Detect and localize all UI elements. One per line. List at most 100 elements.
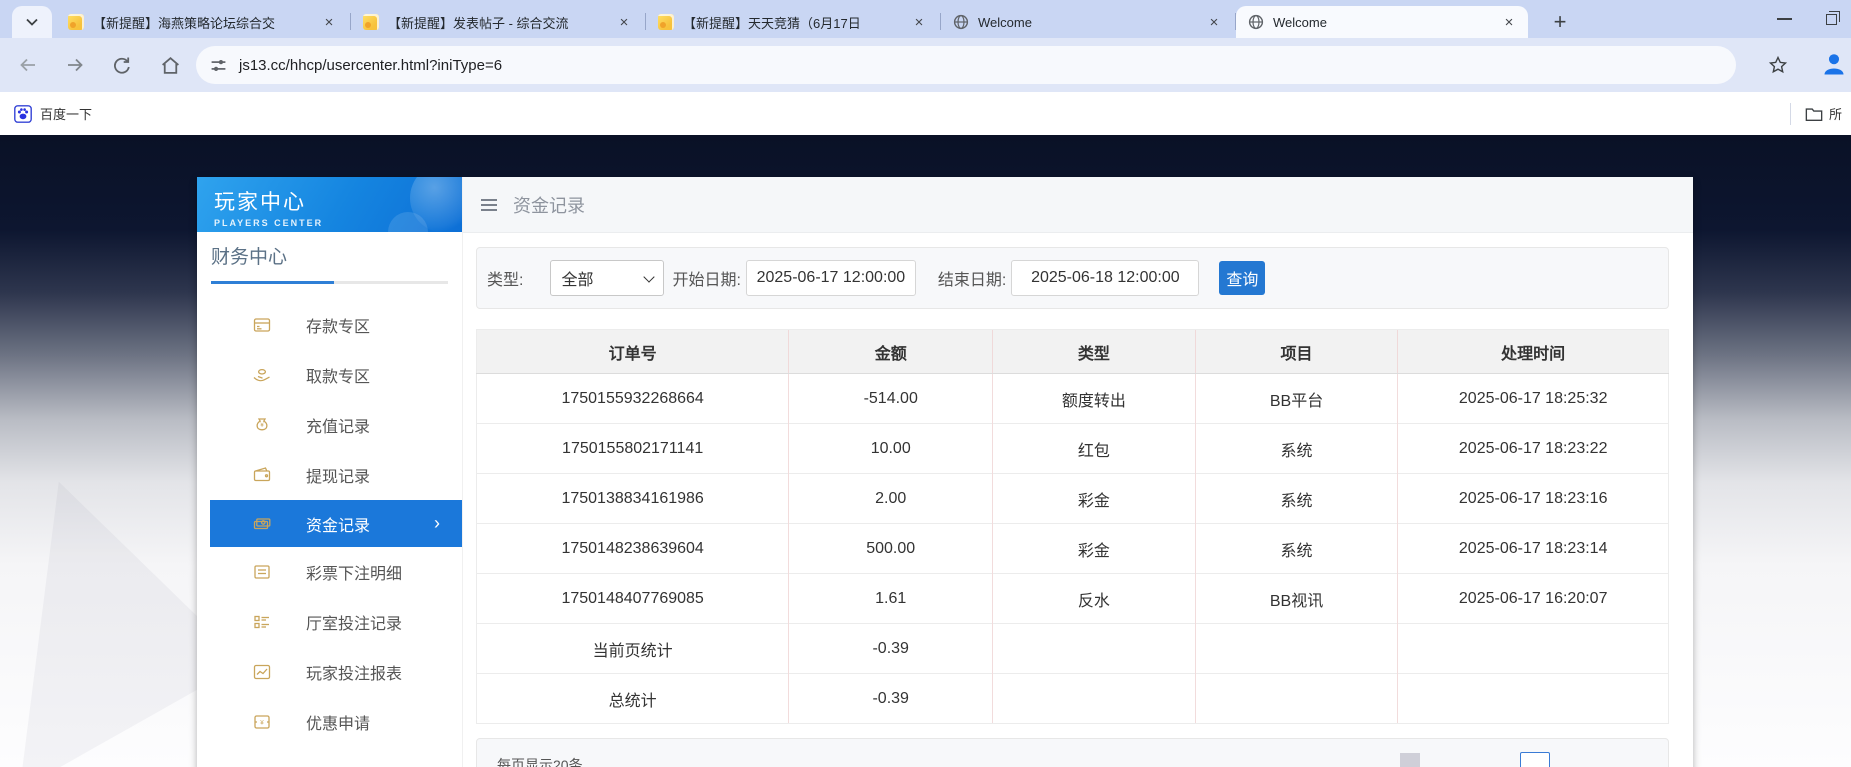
site-settings-icon[interactable] — [210, 57, 227, 74]
cash-notes-icon — [252, 514, 272, 534]
end-date-input[interactable]: 2025-06-18 12:00:00 — [1011, 260, 1199, 296]
sidebar-item-label: 存款专区 — [306, 313, 370, 337]
sidebar-item-fund-records-active[interactable]: 资金记录 › — [210, 500, 462, 547]
chevron-right-icon: › — [434, 513, 440, 534]
cell-project: 系统 — [1195, 424, 1398, 474]
sidebar-item-label: 取款专区 — [306, 363, 370, 387]
bookmark-star-button[interactable] — [1766, 53, 1790, 77]
browser-tab-3[interactable]: 【新提醒】天天竞猜（6月17日 × — [646, 6, 938, 38]
report-chart-icon — [252, 662, 272, 682]
tab-close-icon[interactable]: × — [615, 13, 633, 31]
sidebar-item-label: 资金记录 — [306, 512, 370, 536]
home-icon — [160, 55, 181, 76]
players-center-banner: 玩家中心 PLAYERS CENTER — [197, 177, 462, 232]
cell-order-no: 1750148407769085 — [477, 574, 789, 624]
new-tab-button[interactable]: + — [1545, 7, 1575, 37]
sidebar-item-recharge-records[interactable]: ¥ 充值记录 — [210, 400, 462, 450]
table-summary-row-page: 当前页统计 -0.39 — [477, 624, 1669, 674]
pagination-size-button[interactable] — [1400, 753, 1420, 767]
url-bar[interactable]: js13.cc/hhcp/usercenter.html?iniType=6 — [196, 46, 1736, 84]
page-title: 资金记录 — [513, 192, 585, 218]
cell-order-no: 1750155802171141 — [477, 424, 789, 474]
reload-button[interactable] — [110, 53, 134, 77]
coupon-icon: ¥ — [252, 712, 272, 732]
browser-tabstrip: 【新提醒】海燕策略论坛综合交 × 【新提醒】发表帖子 - 综合交流 × 【新提醒… — [0, 0, 1851, 38]
chevron-down-icon — [26, 18, 38, 26]
sidebar-item-withdrawal-records[interactable]: 提现记录 — [210, 450, 462, 500]
sidebar-item-label: 提现记录 — [306, 463, 370, 487]
column-header-type: 类型 — [993, 330, 1196, 374]
table-summary-row-total: 总统计 -0.39 — [477, 674, 1669, 724]
sidebar-item-label: 玩家投注报表 — [306, 660, 402, 684]
tab-close-icon[interactable]: × — [910, 13, 928, 31]
window-controls — [1777, 0, 1851, 38]
bookmarks-overflow-area: 所 — [1790, 92, 1851, 135]
search-button[interactable]: 查询 — [1219, 261, 1265, 295]
cell-type: 红包 — [993, 424, 1196, 474]
home-button[interactable] — [158, 53, 182, 77]
browser-tab-4[interactable]: Welcome × — [941, 6, 1233, 38]
minimize-icon[interactable] — [1777, 18, 1792, 20]
reload-icon — [112, 55, 132, 75]
sidebar-item-lottery-bet-details[interactable]: 彩票下注明细 — [210, 547, 462, 597]
start-date-input[interactable]: 2025-06-17 12:00:00 — [746, 260, 916, 296]
fund-records-table: 订单号 金额 类型 项目 处理时间 1750155932268664 -514.… — [476, 329, 1669, 724]
cell-project: BB视讯 — [1195, 574, 1398, 624]
browser-tab-2[interactable]: 【新提醒】发表帖子 - 综合交流 × — [351, 6, 643, 38]
main-content: 资金记录 类型: 全部 开始日期: 2025-06-17 12:00:00 结束… — [463, 177, 1693, 767]
sidebar-item-withdraw[interactable]: 取款专区 — [210, 350, 462, 400]
profile-avatar[interactable] — [1820, 50, 1848, 78]
forward-button[interactable] — [63, 53, 87, 77]
sidebar-menu: 存款专区 取款专区 ¥ 充值记录 提现记录 资金记录 › — [197, 300, 462, 747]
column-header-amount: 金额 — [789, 330, 993, 374]
sidebar-item-label: 彩票下注明细 — [306, 560, 402, 584]
tab-title: Welcome — [978, 15, 1205, 30]
end-date-label: 结束日期: — [938, 266, 1006, 290]
wallet-icon — [252, 465, 272, 485]
tab-close-icon[interactable]: × — [1205, 13, 1223, 31]
sidebar-item-hall-bet-records[interactable]: 厅室投注记录 — [210, 597, 462, 647]
cell-order-no: 1750148238639604 — [477, 524, 789, 574]
cell-empty — [1398, 674, 1669, 724]
deposit-card-icon — [252, 315, 272, 335]
hamburger-menu-icon[interactable] — [481, 199, 497, 201]
money-bag-icon: ¥ — [252, 415, 272, 435]
list-squares-icon — [252, 612, 272, 632]
filter-bar: 类型: 全部 开始日期: 2025-06-17 12:00:00 结束日期: 2… — [476, 247, 1669, 309]
table-row: 1750138834161986 2.00 彩金 系统 2025-06-17 1… — [477, 474, 1669, 524]
cell-order-no: 1750138834161986 — [477, 474, 789, 524]
brand-title: 玩家中心 — [214, 186, 462, 216]
sidebar-item-player-bet-report[interactable]: 玩家投注报表 — [210, 647, 462, 697]
tab-close-icon[interactable]: × — [320, 13, 338, 31]
url-text[interactable]: js13.cc/hhcp/usercenter.html?iniType=6 — [239, 57, 502, 74]
back-button[interactable] — [16, 53, 40, 77]
tab-close-icon[interactable]: × — [1500, 13, 1518, 31]
cell-type: 彩金 — [993, 474, 1196, 524]
cell-order-no: 1750155932268664 — [477, 374, 789, 424]
bookmark-baidu[interactable]: 百度一下 — [14, 104, 92, 123]
section-underline — [211, 281, 448, 284]
cell-time: 2025-06-17 18:23:16 — [1398, 474, 1669, 524]
all-bookmarks-button[interactable]: 所 — [1805, 104, 1851, 123]
browser-tab-1[interactable]: 【新提醒】海燕策略论坛综合交 × — [56, 6, 348, 38]
type-select-value: 全部 — [561, 266, 593, 290]
tab-title: 【新提醒】海燕策略论坛综合交 — [93, 13, 320, 32]
cell-time: 2025-06-17 16:20:07 — [1398, 574, 1669, 624]
browser-tab-5-active[interactable]: Welcome × — [1236, 6, 1528, 38]
sidebar-item-promo-application[interactable]: ¥ 优惠申请 — [210, 697, 462, 747]
column-header-time: 处理时间 — [1398, 330, 1669, 374]
sidebar-item-deposit[interactable]: 存款专区 — [210, 300, 462, 350]
cell-empty — [993, 674, 1196, 724]
pagination-page-button[interactable] — [1520, 752, 1550, 767]
cell-time: 2025-06-17 18:23:14 — [1398, 524, 1669, 574]
cell-amount: -0.39 — [789, 624, 993, 674]
globe-favicon-icon — [953, 14, 969, 30]
restore-icon[interactable] — [1826, 14, 1837, 25]
sidebar: 玩家中心 PLAYERS CENTER 财务中心 存款专区 取款专区 ¥ 充值记… — [197, 177, 463, 767]
sidebar-item-label: 优惠申请 — [306, 710, 370, 734]
tab-search-button[interactable] — [12, 6, 52, 38]
type-select[interactable]: 全部 — [550, 260, 664, 296]
cell-amount: 10.00 — [789, 424, 993, 474]
table-row: 1750148407769085 1.61 反水 BB视讯 2025-06-17… — [477, 574, 1669, 624]
cell-summary-label: 总统计 — [477, 674, 789, 724]
